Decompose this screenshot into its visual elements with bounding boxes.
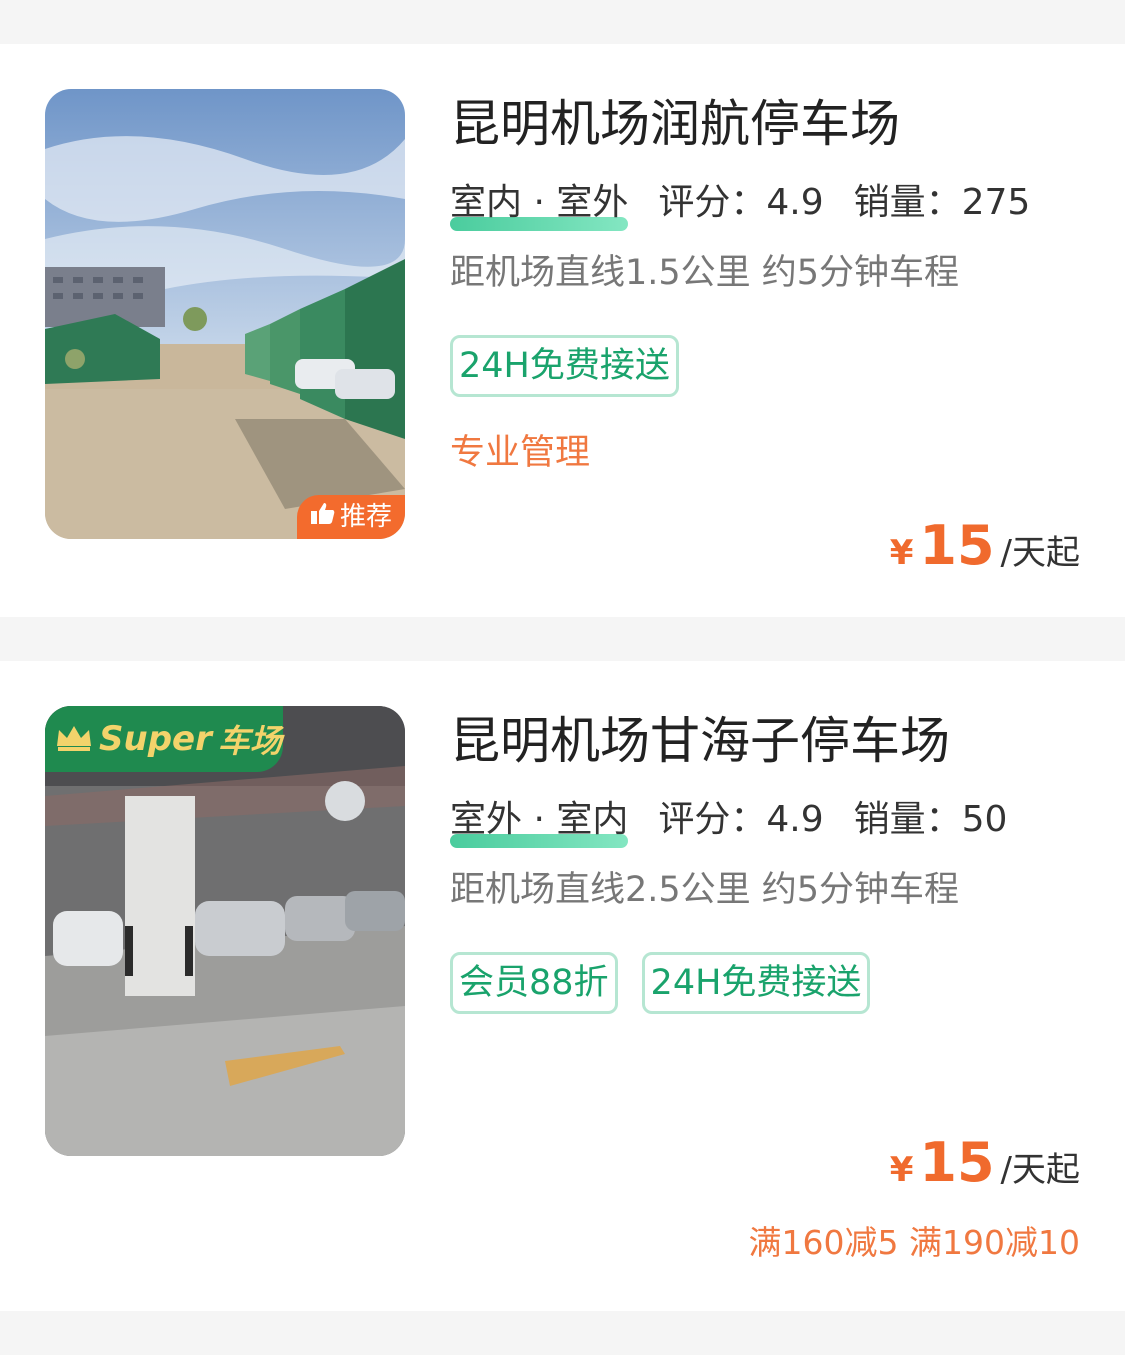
parking-meta: 室内 · 室外 评分：4.9 销量：275 (450, 181, 1080, 231)
parking-type: 室外 · 室内 (450, 798, 629, 848)
card-spacer (0, 617, 1125, 661)
parking-info: 昆明机场润航停车场 室内 · 室外 评分：4.9 销量：275 距机场直线1.5… (450, 89, 1080, 475)
distance-text: 距机场直线2.5公里 约5分钟车程 (450, 870, 960, 910)
price-value: 15 (919, 514, 995, 577)
sales-count: 销量：275 (853, 182, 1031, 223)
feature-text: 专业管理 (450, 433, 591, 473)
super-lot-badge: Super 车场 (45, 706, 283, 772)
parking-card[interactable]: 推荐 昆明机场润航停车场 室内 · 室外 评分：4.9 销量：275 距机场直线… (0, 44, 1125, 617)
thumbs-up-icon (310, 495, 336, 539)
bottom-spacer (0, 1311, 1125, 1355)
super-suffix: 车场 (217, 722, 282, 760)
parking-photo[interactable]: Super 车场 (45, 706, 405, 1156)
parking-info: 昆明机场甘海子停车场 室外 · 室内 评分：4.9 销量：50 距机场直线2.5… (450, 706, 1080, 1014)
price: ¥15/天起 (890, 514, 1080, 577)
price-unit: /天起 (1000, 1150, 1080, 1190)
tag-list: 会员88折 24H免费接送 (450, 952, 1080, 1014)
tag-shuttle: 24H免费接送 (450, 335, 679, 397)
parking-title[interactable]: 昆明机场甘海子停车场 (450, 706, 1080, 776)
price-value: 15 (919, 1131, 995, 1194)
recommended-badge: 推荐 (297, 495, 405, 539)
underground-lot-image (45, 706, 405, 1156)
sales-count: 销量：50 (853, 799, 1008, 840)
type-label: 室内 · 室外 (450, 182, 629, 223)
top-spacer (0, 0, 1125, 44)
tag-member-discount: 会员88折 (450, 952, 618, 1014)
rating: 评分：4.9 (658, 182, 824, 223)
promo-text: 满160减5 满190减10 (748, 1223, 1080, 1262)
type-label: 室外 · 室内 (450, 799, 629, 840)
currency-symbol: ¥ (889, 533, 914, 573)
tag-shuttle: 24H免费接送 (641, 952, 871, 1014)
rating: 评分：4.9 (658, 799, 824, 840)
distance-text: 距机场直线1.5公里 约5分钟车程 (450, 253, 960, 293)
price-unit: /天起 (1000, 533, 1080, 573)
parking-meta: 室外 · 室内 评分：4.9 销量：50 (450, 798, 1080, 848)
super-prefix: Super (99, 719, 212, 759)
recommended-label: 推荐 (339, 502, 392, 532)
parking-type: 室内 · 室外 (450, 181, 629, 231)
outdoor-lot-image (45, 89, 405, 539)
parking-title[interactable]: 昆明机场润航停车场 (450, 89, 1080, 159)
price: ¥15/天起 (890, 1131, 1080, 1194)
currency-symbol: ¥ (889, 1150, 914, 1190)
parking-photo[interactable]: 推荐 (45, 89, 405, 539)
parking-card[interactable]: Super 车场 昆明机场甘海子停车场 室外 · 室内 评分：4.9 销量：50 … (0, 661, 1125, 1311)
crown-icon (55, 722, 93, 756)
tag-list: 24H免费接送 (450, 335, 1080, 397)
